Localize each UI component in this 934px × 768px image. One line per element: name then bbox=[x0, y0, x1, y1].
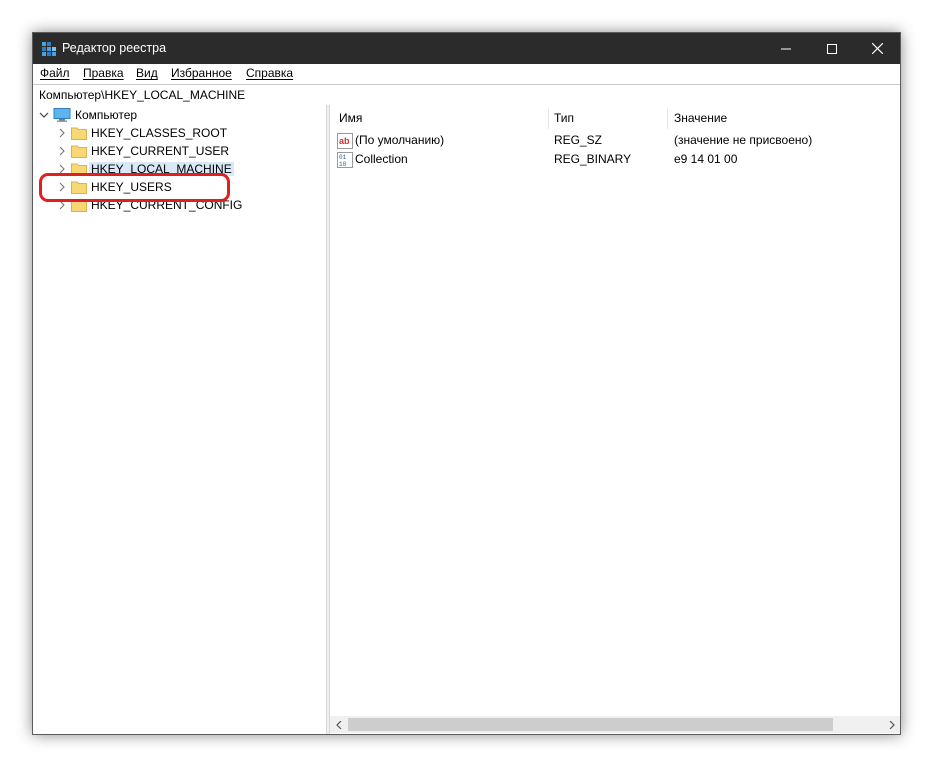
chevron-right-icon[interactable] bbox=[57, 146, 67, 156]
svg-text:01: 01 bbox=[339, 154, 347, 161]
value-type: REG_SZ bbox=[554, 133, 603, 147]
computer-icon bbox=[53, 108, 71, 122]
svg-text:ab: ab bbox=[339, 136, 350, 146]
values-list-pane[interactable]: Имя Тип Значение ab (По умолчанию) REG_S… bbox=[330, 105, 900, 734]
value-data: e9 14 01 00 bbox=[674, 152, 738, 166]
chevron-right-icon bbox=[889, 720, 895, 729]
scrollbar-thumb[interactable] bbox=[348, 718, 833, 731]
string-value-icon: ab bbox=[337, 133, 353, 149]
svg-text:10: 10 bbox=[339, 161, 347, 168]
window-title: Редактор реестра bbox=[62, 41, 167, 55]
column-header-type[interactable]: Тип bbox=[554, 111, 574, 125]
value-name: (По умолчанию) bbox=[355, 133, 445, 147]
tree-item-computer[interactable]: Компьютер bbox=[39, 106, 139, 124]
scroll-left-button[interactable] bbox=[330, 716, 347, 733]
value-name: Collection bbox=[355, 152, 408, 166]
list-row[interactable]: ab (По умолчанию) REG_SZ (значение не пр… bbox=[330, 132, 900, 150]
tree-label-hkey-current-user: HKEY_CURRENT_USER bbox=[91, 144, 230, 158]
tree-item-hkey-classes-root[interactable]: HKEY_CLASSES_ROOT bbox=[57, 124, 229, 142]
menu-help[interactable]: Справка bbox=[246, 66, 293, 80]
menu-favorites[interactable]: Избранное bbox=[171, 66, 232, 80]
tree-label-hkey-classes-root: HKEY_CLASSES_ROOT bbox=[91, 126, 228, 140]
menu-file[interactable]: Файл bbox=[40, 66, 70, 80]
tree-label-computer: Компьютер bbox=[75, 108, 138, 122]
registry-editor-icon bbox=[42, 42, 56, 56]
menu-edit[interactable]: Правка bbox=[83, 66, 124, 80]
binary-value-icon: 01 10 bbox=[337, 152, 353, 168]
maximize-icon bbox=[827, 43, 837, 54]
menu-bar: Файл Правка Вид Избранное Справка bbox=[33, 64, 900, 84]
title-bar[interactable]: Редактор реестра bbox=[33, 33, 900, 64]
column-divider[interactable] bbox=[548, 109, 549, 129]
column-header-value[interactable]: Значение bbox=[674, 111, 727, 125]
close-button[interactable] bbox=[854, 33, 900, 64]
registry-editor-window: Редактор реестра Файл Правка Вид Избранн… bbox=[32, 32, 901, 735]
scroll-right-button[interactable] bbox=[883, 716, 900, 733]
tree-item-hkey-current-user[interactable]: HKEY_CURRENT_USER bbox=[57, 142, 231, 160]
maximize-button[interactable] bbox=[809, 33, 855, 64]
list-row[interactable]: 01 10 Collection REG_BINARY e9 14 01 00 bbox=[330, 151, 900, 169]
close-icon bbox=[871, 43, 883, 54]
chevron-left-icon bbox=[335, 720, 341, 729]
address-bar[interactable]: Компьютер\HKEY_LOCAL_MACHINE bbox=[33, 84, 900, 106]
menu-view[interactable]: Вид bbox=[136, 66, 158, 80]
value-type: REG_BINARY bbox=[554, 152, 632, 166]
highlight-annotation bbox=[39, 173, 230, 202]
value-data: (значение не присвоено) bbox=[674, 133, 813, 147]
folder-icon bbox=[71, 127, 87, 140]
column-divider[interactable] bbox=[667, 109, 668, 129]
column-header-name[interactable]: Имя bbox=[339, 111, 362, 125]
folder-icon bbox=[71, 145, 87, 158]
chevron-down-icon[interactable] bbox=[39, 110, 49, 120]
address-path[interactable]: Компьютер\HKEY_LOCAL_MACHINE bbox=[39, 88, 245, 102]
minimize-button[interactable] bbox=[763, 33, 809, 64]
chevron-right-icon[interactable] bbox=[57, 128, 67, 138]
horizontal-scrollbar[interactable] bbox=[330, 716, 900, 733]
minimize-icon bbox=[781, 48, 791, 49]
